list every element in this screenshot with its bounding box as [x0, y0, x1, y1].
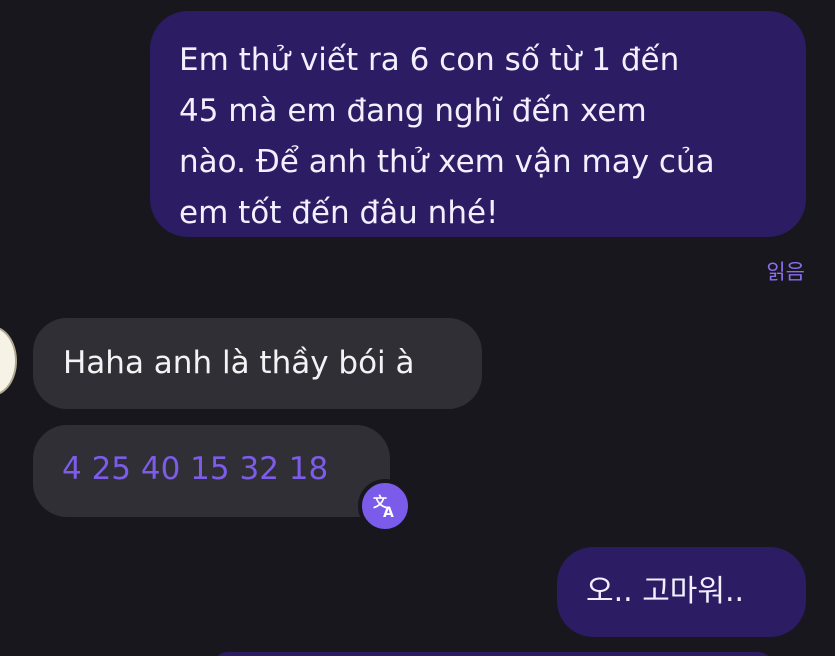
message-text: 오.. 고마워.. [586, 574, 745, 609]
sent-message-bubble-partial [213, 652, 773, 656]
sent-message-bubble[interactable]: Em thử viết ra 6 con số từ 1 đến 45 mà e… [150, 11, 806, 237]
svg-text:A: A [383, 505, 394, 521]
translate-button[interactable]: 文 A [358, 479, 412, 533]
read-receipt: 읽음 [766, 260, 805, 284]
message-text-line: 45 mà em đang nghĩ đến xem [179, 93, 647, 129]
translate-icon: 文 A [373, 494, 394, 521]
sent-message-bubble[interactable]: 오.. 고마워.. [557, 547, 806, 637]
message-text-line: em tốt đến đâu nhé! [179, 195, 499, 231]
received-message-bubble[interactable]: 4 25 40 15 32 18 [33, 425, 390, 517]
received-message-bubble[interactable]: Haha anh là thầy bói à [33, 318, 482, 409]
message-text-line: nào. Để anh thử xem vận may của [179, 144, 715, 180]
avatar[interactable] [0, 326, 17, 396]
message-text: 4 25 40 15 32 18 [62, 451, 329, 487]
chat-screen: Em thử viết ra 6 con số từ 1 đến 45 mà e… [0, 0, 835, 656]
message-text: Haha anh là thầy bói à [63, 345, 415, 381]
message-text-line: Em thử viết ra 6 con số từ 1 đến [179, 42, 680, 78]
